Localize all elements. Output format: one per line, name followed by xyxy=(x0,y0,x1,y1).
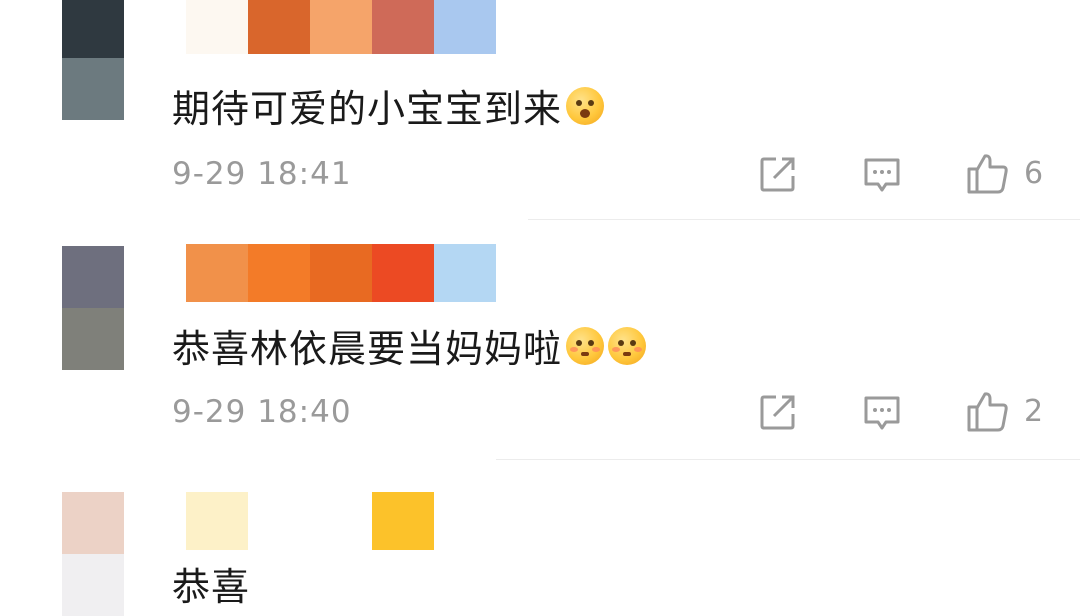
comment-text: 恭喜林依晨要当妈妈啦 xyxy=(172,327,563,371)
thumbs-up-icon xyxy=(967,392,1008,432)
username-block xyxy=(186,492,248,550)
reply-button[interactable] xyxy=(862,156,902,194)
username-block xyxy=(310,244,372,302)
surprised-face-icon xyxy=(566,86,605,125)
avatar-bottom xyxy=(62,308,124,370)
avatar-bottom xyxy=(62,58,124,120)
username-block xyxy=(186,0,248,54)
comment-icon xyxy=(864,158,900,192)
like-count: 2 xyxy=(1024,393,1044,429)
like-button[interactable]: 6 xyxy=(966,151,1043,195)
repost-icon xyxy=(760,395,795,430)
avatar[interactable] xyxy=(62,246,124,370)
avatar-top xyxy=(62,0,124,58)
username-block xyxy=(434,0,496,54)
avatar-top xyxy=(62,246,124,308)
username-block xyxy=(434,244,496,302)
repost-button[interactable] xyxy=(758,154,798,194)
comment-text-row: 恭喜林依晨要当妈妈啦 xyxy=(172,318,647,373)
divider xyxy=(496,459,1080,460)
like-count: 6 xyxy=(1024,155,1044,191)
repost-button[interactable] xyxy=(758,392,798,432)
username-block xyxy=(372,0,434,54)
divider xyxy=(528,219,1080,220)
avatar-bottom xyxy=(62,554,124,616)
repost-icon xyxy=(760,157,795,192)
blushing-face-icon xyxy=(608,326,647,365)
comment-text: 恭喜 xyxy=(172,565,251,609)
username-mosaic[interactable] xyxy=(186,492,434,550)
blushing-face-icon xyxy=(566,326,605,365)
comment-text-row: 期待可爱的小宝宝到来 xyxy=(172,78,605,133)
username-block xyxy=(248,492,310,550)
username-mosaic[interactable] xyxy=(186,244,496,302)
username-block xyxy=(248,244,310,302)
username-block xyxy=(310,492,372,550)
reply-button[interactable] xyxy=(862,394,902,432)
comment-time: 9-29 18:41 xyxy=(172,156,352,192)
thumbs-up-icon xyxy=(967,154,1008,194)
comment-icon xyxy=(864,396,900,430)
username-block xyxy=(372,492,434,550)
comment-text-row: 恭喜 xyxy=(172,556,250,611)
username-block xyxy=(248,0,310,54)
avatar[interactable] xyxy=(62,0,124,120)
username-block xyxy=(186,244,248,302)
comment-time: 9-29 18:40 xyxy=(172,394,352,430)
comment-text: 期待可爱的小宝宝到来 xyxy=(172,87,563,131)
username-block xyxy=(310,0,372,54)
username-block xyxy=(372,244,434,302)
username-mosaic[interactable] xyxy=(186,0,496,54)
avatar[interactable] xyxy=(62,492,124,616)
avatar-top xyxy=(62,492,124,554)
like-button[interactable]: 2 xyxy=(966,389,1043,433)
